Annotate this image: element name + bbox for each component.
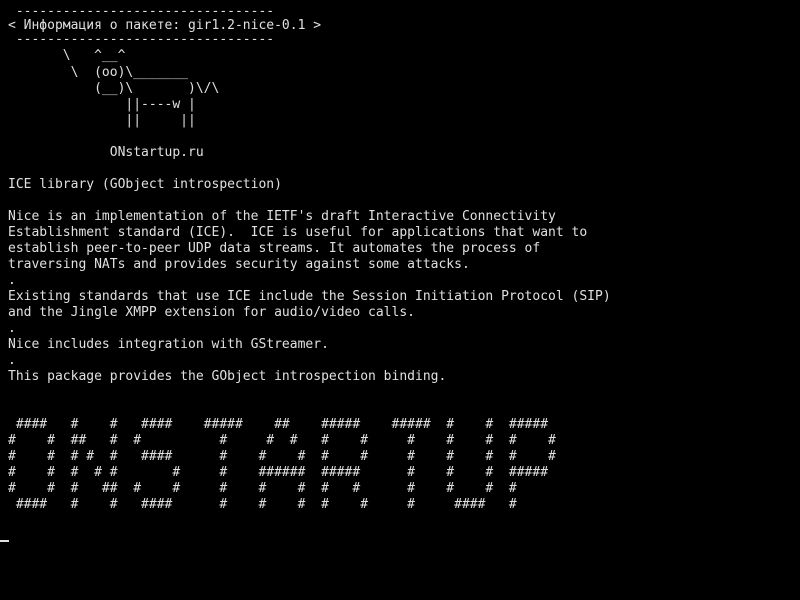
text-cursor bbox=[0, 540, 9, 542]
cowsay-cow-line: (__)\ )\/\ bbox=[8, 81, 220, 96]
description-line: and the Jingle XMPP extension for audio/… bbox=[8, 305, 415, 320]
ascii-banner-line: # # # # # #### # # # # # # # # # # bbox=[8, 449, 556, 464]
ascii-banner-line: # # # ## # # # # # # # # # # # bbox=[8, 481, 517, 496]
description-line: . bbox=[8, 321, 16, 336]
cowsay-cow-line: \ ^__^ bbox=[8, 48, 126, 63]
terminal-screen[interactable]: --------------------------------- < Инфо… bbox=[0, 0, 800, 600]
site-name: ONstartup.ru bbox=[8, 145, 204, 160]
description-line: . bbox=[8, 273, 16, 288]
description-line: . bbox=[8, 353, 16, 368]
ascii-banner-line: #### # # #### # # # # # # #### # bbox=[8, 497, 517, 512]
ascii-banner-line: #### # # #### ##### ## ##### ##### # # #… bbox=[8, 417, 549, 432]
ascii-banner-line: # # # # # # # ###### ##### # # # ##### bbox=[8, 465, 549, 480]
description-line: This package provides the GObject intros… bbox=[8, 369, 447, 384]
description-line: Existing standards that use ICE include … bbox=[8, 289, 611, 304]
description-line: Nice includes integration with GStreamer… bbox=[8, 337, 329, 352]
description-line: Establishment standard (ICE). ICE is use… bbox=[8, 225, 588, 240]
cowsay-cow-line: || || bbox=[8, 113, 196, 128]
package-summary: ICE library (GObject introspection) bbox=[8, 177, 282, 192]
ascii-banner-line: # # ## # # # # # # # # # # # # bbox=[8, 433, 556, 448]
description-line: traversing NATs and provides security ag… bbox=[8, 257, 470, 272]
description-line: Nice is an implementation of the IETF's … bbox=[8, 209, 556, 224]
description-line: establish peer-to-peer UDP data streams.… bbox=[8, 241, 541, 256]
cowsay-cow-line: \ (oo)\_______ bbox=[8, 65, 189, 80]
cowsay-bubble-bottom: --------------------------------- bbox=[8, 32, 275, 47]
cowsay-cow-line: ||----w | bbox=[8, 97, 196, 112]
